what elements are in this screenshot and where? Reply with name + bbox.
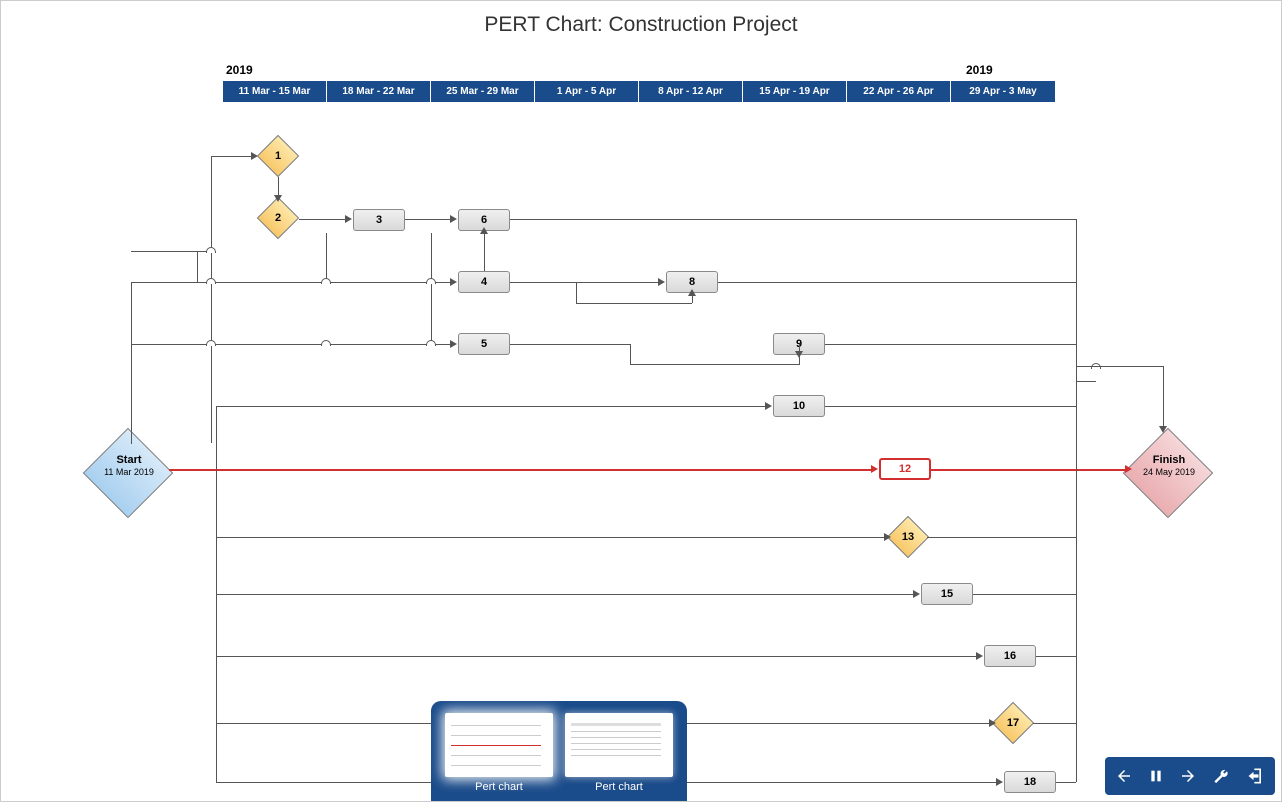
arrow-left-icon xyxy=(1115,767,1133,785)
prev-button[interactable] xyxy=(1109,761,1139,791)
finish-node[interactable] xyxy=(1123,428,1214,519)
milestone-17[interactable]: 17 xyxy=(992,702,1034,744)
view-switcher: Pert chart Pert chart xyxy=(431,701,687,801)
canvas: Start 11 Mar 2019 Finish 24 May 2019 1 2… xyxy=(1,1,1282,803)
task-16[interactable]: 16 xyxy=(984,645,1036,667)
wrench-icon xyxy=(1211,767,1229,785)
next-button[interactable] xyxy=(1173,761,1203,791)
task-4[interactable]: 4 xyxy=(458,271,510,293)
milestone-13-label: 13 xyxy=(894,523,922,551)
settings-button[interactable] xyxy=(1205,761,1235,791)
milestone-2-label: 2 xyxy=(264,204,292,232)
pause-icon xyxy=(1148,768,1164,784)
milestone-1-label: 1 xyxy=(264,142,292,170)
milestone-13[interactable]: 13 xyxy=(887,516,929,558)
task-10[interactable]: 10 xyxy=(773,395,825,417)
milestone-2[interactable]: 2 xyxy=(257,197,299,239)
thumb-pert-caption: Pert chart xyxy=(445,781,553,793)
task-5[interactable]: 5 xyxy=(458,333,510,355)
task-15[interactable]: 15 xyxy=(921,583,973,605)
pause-button[interactable] xyxy=(1141,761,1171,791)
task-18[interactable]: 18 xyxy=(1004,771,1056,793)
exit-icon xyxy=(1246,766,1266,786)
arrow-right-icon xyxy=(1179,767,1197,785)
exit-button[interactable] xyxy=(1241,761,1271,791)
thumb-pert-list[interactable]: Pert chart xyxy=(565,713,673,793)
thumb-list-img xyxy=(565,713,673,777)
thumb-list-caption: Pert chart xyxy=(565,781,673,793)
thumb-pert-img xyxy=(445,713,553,777)
toolbar xyxy=(1105,757,1275,795)
milestone-1[interactable]: 1 xyxy=(257,135,299,177)
task-12[interactable]: 12 xyxy=(879,458,931,480)
thumb-pert-chart[interactable]: Pert chart xyxy=(445,713,553,793)
task-3[interactable]: 3 xyxy=(353,209,405,231)
milestone-17-label: 17 xyxy=(999,709,1027,737)
start-node[interactable] xyxy=(83,428,174,519)
